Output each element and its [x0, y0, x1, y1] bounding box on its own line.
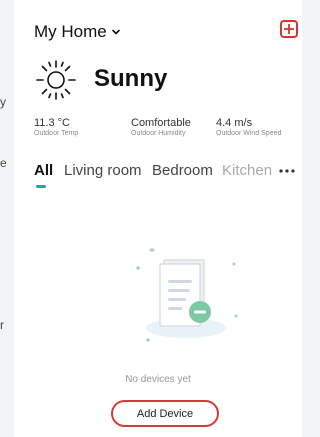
tab-kitchen[interactable]: Kitchen [222, 162, 272, 179]
active-tab-indicator [36, 185, 46, 188]
stat-value: Comfortable [131, 117, 191, 129]
fragment-text: r [0, 318, 4, 332]
stat-label: Outdoor Wind Speed [216, 130, 282, 137]
empty-state-message: No devices yet [125, 374, 191, 385]
fragment-text: e [0, 156, 7, 170]
plus-icon [284, 24, 294, 34]
home-selector[interactable]: My Home [34, 22, 121, 42]
room-tabs: All Living room Bedroom Kitchen [34, 162, 302, 186]
stat-label: Outdoor Temp [34, 130, 79, 137]
tab-bedroom[interactable]: Bedroom [152, 162, 213, 179]
sun-icon [36, 60, 76, 100]
stat-humidity: Comfortable Outdoor Humidity [131, 117, 191, 137]
more-horizontal-icon[interactable] [278, 168, 296, 174]
home-screen: My Home Sunny 11.3 °C Outdoor Temp Comfo… [14, 0, 302, 437]
add-device-button[interactable]: Add Device [111, 400, 219, 427]
fragment-text: y [0, 95, 6, 109]
home-title: My Home [34, 22, 107, 41]
add-button[interactable] [280, 20, 298, 38]
stat-value: 4.4 m/s [216, 117, 253, 129]
weather-condition: Sunny [94, 65, 168, 92]
empty-devices-illustration [136, 248, 238, 342]
tab-all[interactable]: All [34, 162, 53, 179]
stat-label: Outdoor Humidity [131, 130, 186, 137]
chevron-down-icon [111, 29, 120, 35]
stat-value: 11.3 °C [34, 117, 70, 129]
stat-temperature: 11.3 °C Outdoor Temp [34, 117, 78, 137]
stat-wind-speed: 4.4 m/s Outdoor Wind Speed [216, 117, 281, 137]
tab-living-room[interactable]: Living room [64, 162, 142, 179]
